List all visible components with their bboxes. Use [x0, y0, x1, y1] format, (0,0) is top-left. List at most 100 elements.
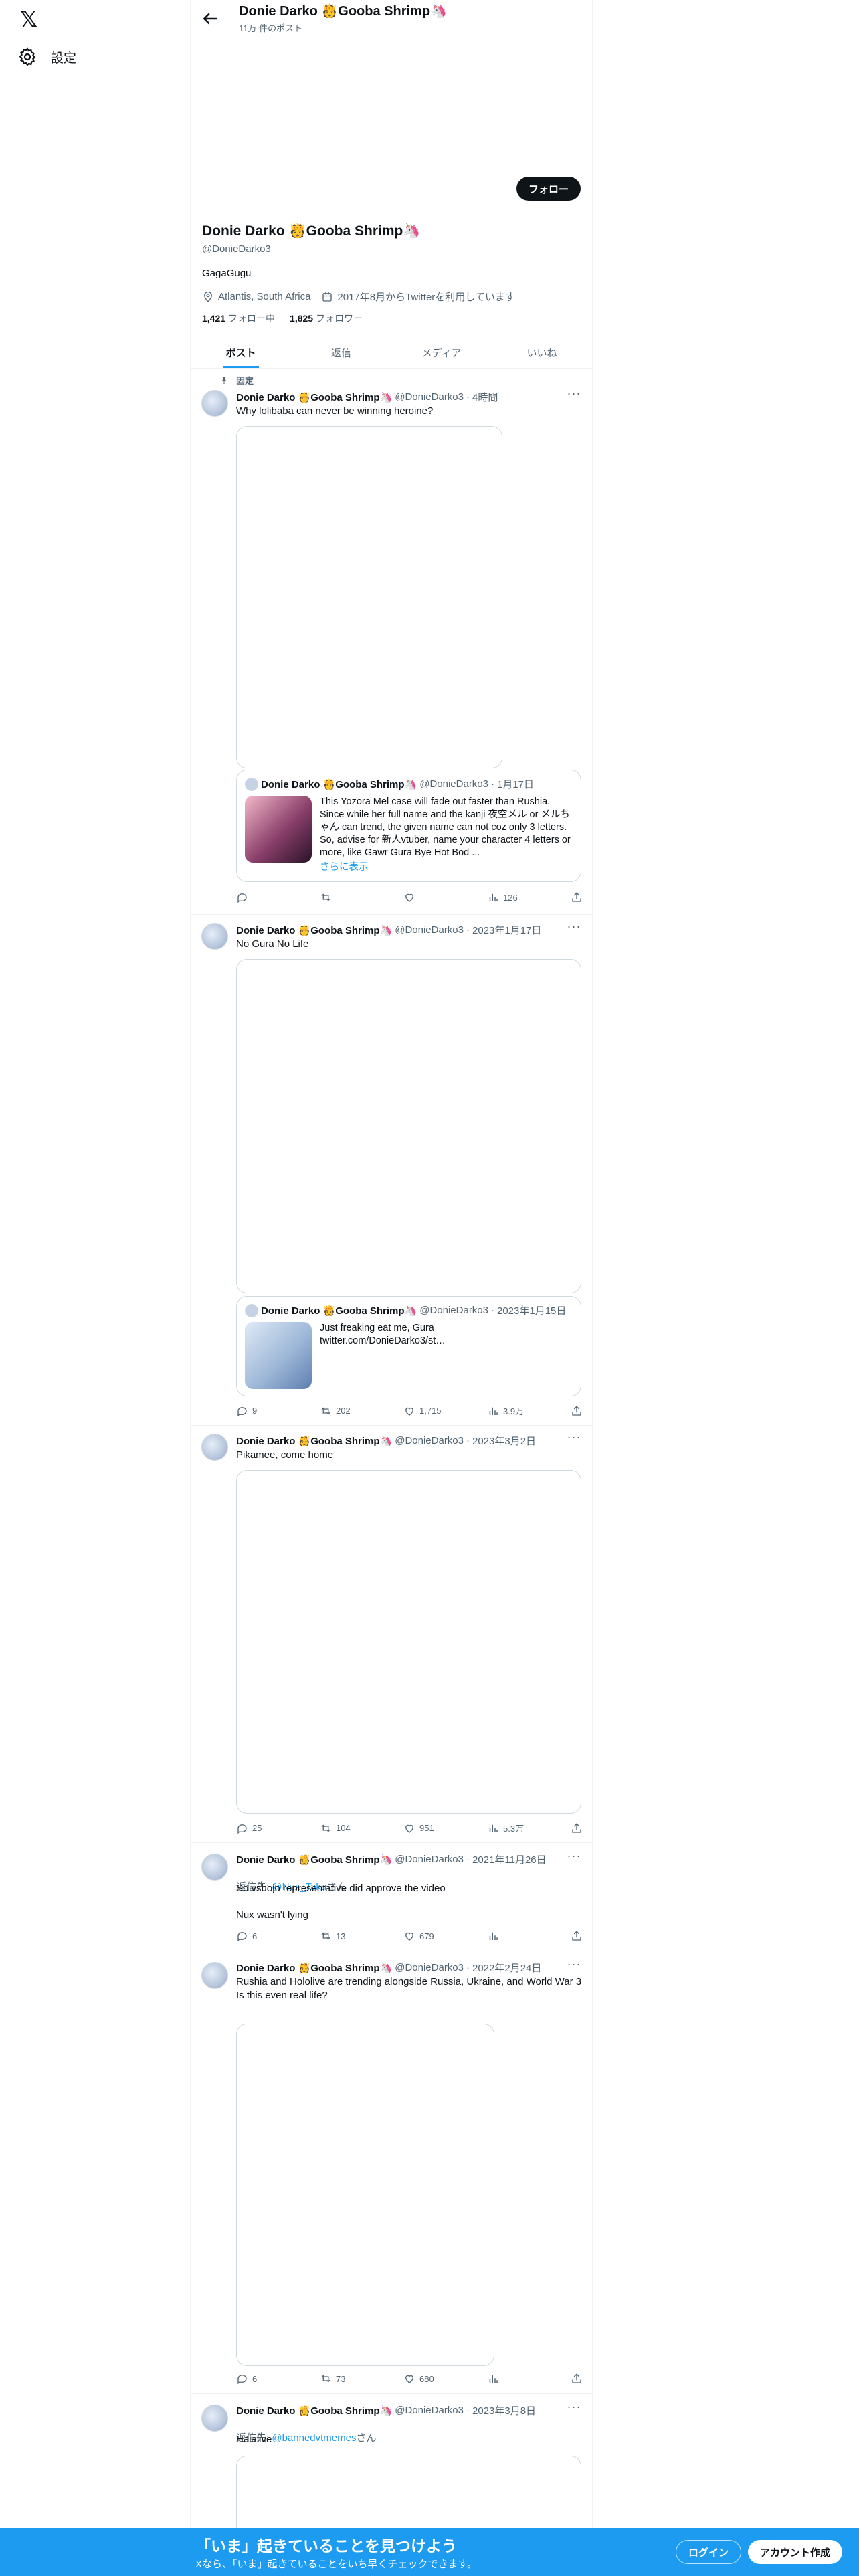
tweet-time[interactable]: 2021年11月26日 — [472, 1852, 547, 1866]
like-button[interactable]: 951 — [403, 1822, 444, 1834]
tweet-time[interactable]: 2023年3月8日 — [472, 2403, 536, 2418]
tweet[interactable]: Donie Darko 🫅Gooba Shrimp🦄 @DonieDarko3 … — [191, 1426, 592, 1843]
avatar[interactable] — [201, 923, 228, 950]
tweet[interactable]: Donie Darko 🫅Gooba Shrimp🦄 @DonieDarko3 … — [191, 1951, 592, 2394]
tweet-image[interactable] — [236, 959, 581, 1293]
author-handle[interactable]: @DonieDarko3 — [395, 1854, 464, 1865]
share-button[interactable] — [571, 891, 583, 903]
avatar[interactable] — [201, 2405, 228, 2432]
more-options-icon[interactable]: ··· — [567, 1850, 581, 1864]
profile-meta: Atlantis, South Africa 2017年8月からTwitterを… — [202, 290, 515, 304]
retweet-icon — [321, 1407, 330, 1414]
author-handle[interactable]: @DonieDarko3 — [395, 924, 464, 936]
tab-replies[interactable]: 返信 — [291, 337, 391, 368]
reply-button[interactable] — [236, 891, 276, 903]
more-options-icon[interactable]: ··· — [567, 387, 581, 402]
like-button[interactable]: 680 — [403, 2373, 444, 2385]
retweet-icon — [321, 1932, 330, 1940]
x-logo-icon[interactable]: 𝕏 — [17, 7, 40, 31]
quote-author-handle: @DonieDarko3 — [419, 778, 488, 790]
tab-posts[interactable]: ポスト — [191, 337, 291, 368]
following-label: フォロー中 — [228, 313, 276, 324]
views-button[interactable] — [487, 2373, 527, 2385]
reply-button[interactable]: 9 — [236, 1404, 276, 1417]
author-name[interactable]: Donie Darko 🫅Gooba Shrimp🦄 — [236, 924, 392, 936]
retweet-button[interactable]: 202 — [320, 1404, 360, 1417]
gear-icon — [19, 47, 36, 66]
tweet-actions: 6 13 679 — [236, 1930, 583, 1942]
profile-banner — [191, 37, 592, 171]
quote-time: 1月17日 — [497, 779, 535, 790]
followers-link[interactable]: 1,825 フォロワー — [290, 312, 363, 325]
reply-button[interactable]: 6 — [236, 2373, 276, 2385]
tweet-image[interactable] — [236, 2024, 494, 2366]
tweet-image[interactable] — [236, 426, 502, 768]
tweet[interactable]: Donie Darko 🫅Gooba Shrimp🦄 @DonieDarko3 … — [191, 915, 592, 1426]
tweet-image[interactable] — [236, 1470, 581, 1814]
author-name[interactable]: Donie Darko 🫅Gooba Shrimp🦄 — [236, 391, 392, 403]
tweet[interactable]: Donie Darko 🫅Gooba Shrimp🦄 @DonieDarko3 … — [191, 1843, 592, 1951]
retweet-button[interactable]: 13 — [320, 1930, 360, 1942]
header-post-count: 11万 件のポスト — [239, 23, 303, 33]
followers-count: 1,825 — [290, 313, 314, 324]
author-name[interactable]: Donie Darko 🫅Gooba Shrimp🦄 — [236, 1854, 392, 1866]
like-button[interactable]: 1,715 — [403, 1404, 444, 1417]
reply-button[interactable]: 25 — [236, 1822, 276, 1834]
share-button[interactable] — [571, 1404, 583, 1417]
avatar[interactable] — [201, 390, 228, 417]
tweet-time[interactable]: 4時間 — [472, 390, 498, 404]
more-options-icon[interactable]: ··· — [567, 920, 581, 935]
profile-location: Atlantis, South Africa — [202, 290, 310, 304]
tweet-text: Why lolibaba can never be winning heroin… — [236, 405, 434, 417]
share-button[interactable] — [571, 1822, 583, 1834]
like-button[interactable] — [403, 891, 444, 903]
author-handle[interactable]: @DonieDarko3 — [395, 1962, 464, 1973]
following-link[interactable]: 1,421 フォロー中 — [202, 312, 275, 325]
tweet[interactable]: 固定 Donie Darko 🫅Gooba Shrimp🦄 @DonieDark… — [191, 370, 592, 915]
tweet-time[interactable]: 2022年2月24日 — [472, 1961, 541, 1975]
create-account-button[interactable]: アカウント作成 — [748, 2540, 843, 2564]
bar-chart-icon — [489, 1932, 498, 1940]
show-more-link[interactable]: さらに表示 — [320, 859, 369, 873]
calendar-icon — [322, 292, 332, 302]
more-options-icon[interactable]: ··· — [567, 1958, 581, 1973]
retweet-button[interactable]: 73 — [320, 2373, 360, 2385]
avatar[interactable] — [201, 1962, 228, 1989]
author-handle[interactable]: @DonieDarko3 — [395, 1435, 464, 1446]
tab-likes[interactable]: いいね — [492, 337, 592, 368]
like-button[interactable]: 679 — [403, 1930, 444, 1942]
follow-button[interactable]: フォロー — [516, 177, 581, 201]
views-button[interactable] — [487, 1930, 527, 1942]
more-options-icon[interactable]: ··· — [567, 1431, 581, 1446]
heart-icon — [405, 1824, 413, 1833]
share-icon — [572, 2373, 581, 2383]
settings-nav-item[interactable]: 設定 — [17, 47, 76, 67]
separator: · — [466, 1435, 470, 1446]
more-options-icon[interactable]: ··· — [567, 2401, 581, 2416]
views-button[interactable]: 126 — [487, 891, 527, 903]
retweet-button[interactable]: 104 — [320, 1822, 360, 1834]
views-button[interactable]: 3.9万 — [487, 1404, 527, 1417]
avatar[interactable] — [201, 1854, 228, 1881]
tweet-actions: 9 202 1,715 3.9万 — [236, 1404, 583, 1417]
reply-icon — [237, 1932, 247, 1942]
quoted-tweet[interactable]: Donie Darko 🫅Gooba Shrimp🦄 @DonieDarko3 … — [236, 770, 581, 882]
retweet-button[interactable] — [320, 891, 360, 903]
author-handle[interactable]: @DonieDarko3 — [395, 391, 464, 403]
tab-media[interactable]: メディア — [391, 337, 492, 368]
reply-button[interactable]: 6 — [236, 1930, 276, 1942]
author-handle[interactable]: @DonieDarko3 — [395, 2405, 464, 2416]
author-name[interactable]: Donie Darko 🫅Gooba Shrimp🦄 — [236, 2405, 392, 2417]
quoted-tweet[interactable]: Donie Darko 🫅Gooba Shrimp🦄 @DonieDarko3 … — [236, 1296, 581, 1396]
back-arrow-icon[interactable] — [200, 9, 220, 29]
share-button[interactable] — [571, 2373, 583, 2385]
signup-banner: 「いま」起きていることを見つけよう Xなら、「いま」起きていることをいち早くチェ… — [0, 2528, 859, 2576]
author-name[interactable]: Donie Darko 🫅Gooba Shrimp🦄 — [236, 1435, 392, 1447]
tweet-time[interactable]: 2023年3月2日 — [472, 1434, 536, 1448]
tweet-time[interactable]: 2023年1月17日 — [472, 923, 541, 937]
login-button[interactable]: ログイン — [676, 2540, 742, 2564]
author-name[interactable]: Donie Darko 🫅Gooba Shrimp🦄 — [236, 1962, 392, 1974]
avatar[interactable] — [201, 1434, 228, 1461]
share-button[interactable] — [571, 1930, 583, 1942]
views-button[interactable]: 5.3万 — [487, 1822, 527, 1834]
